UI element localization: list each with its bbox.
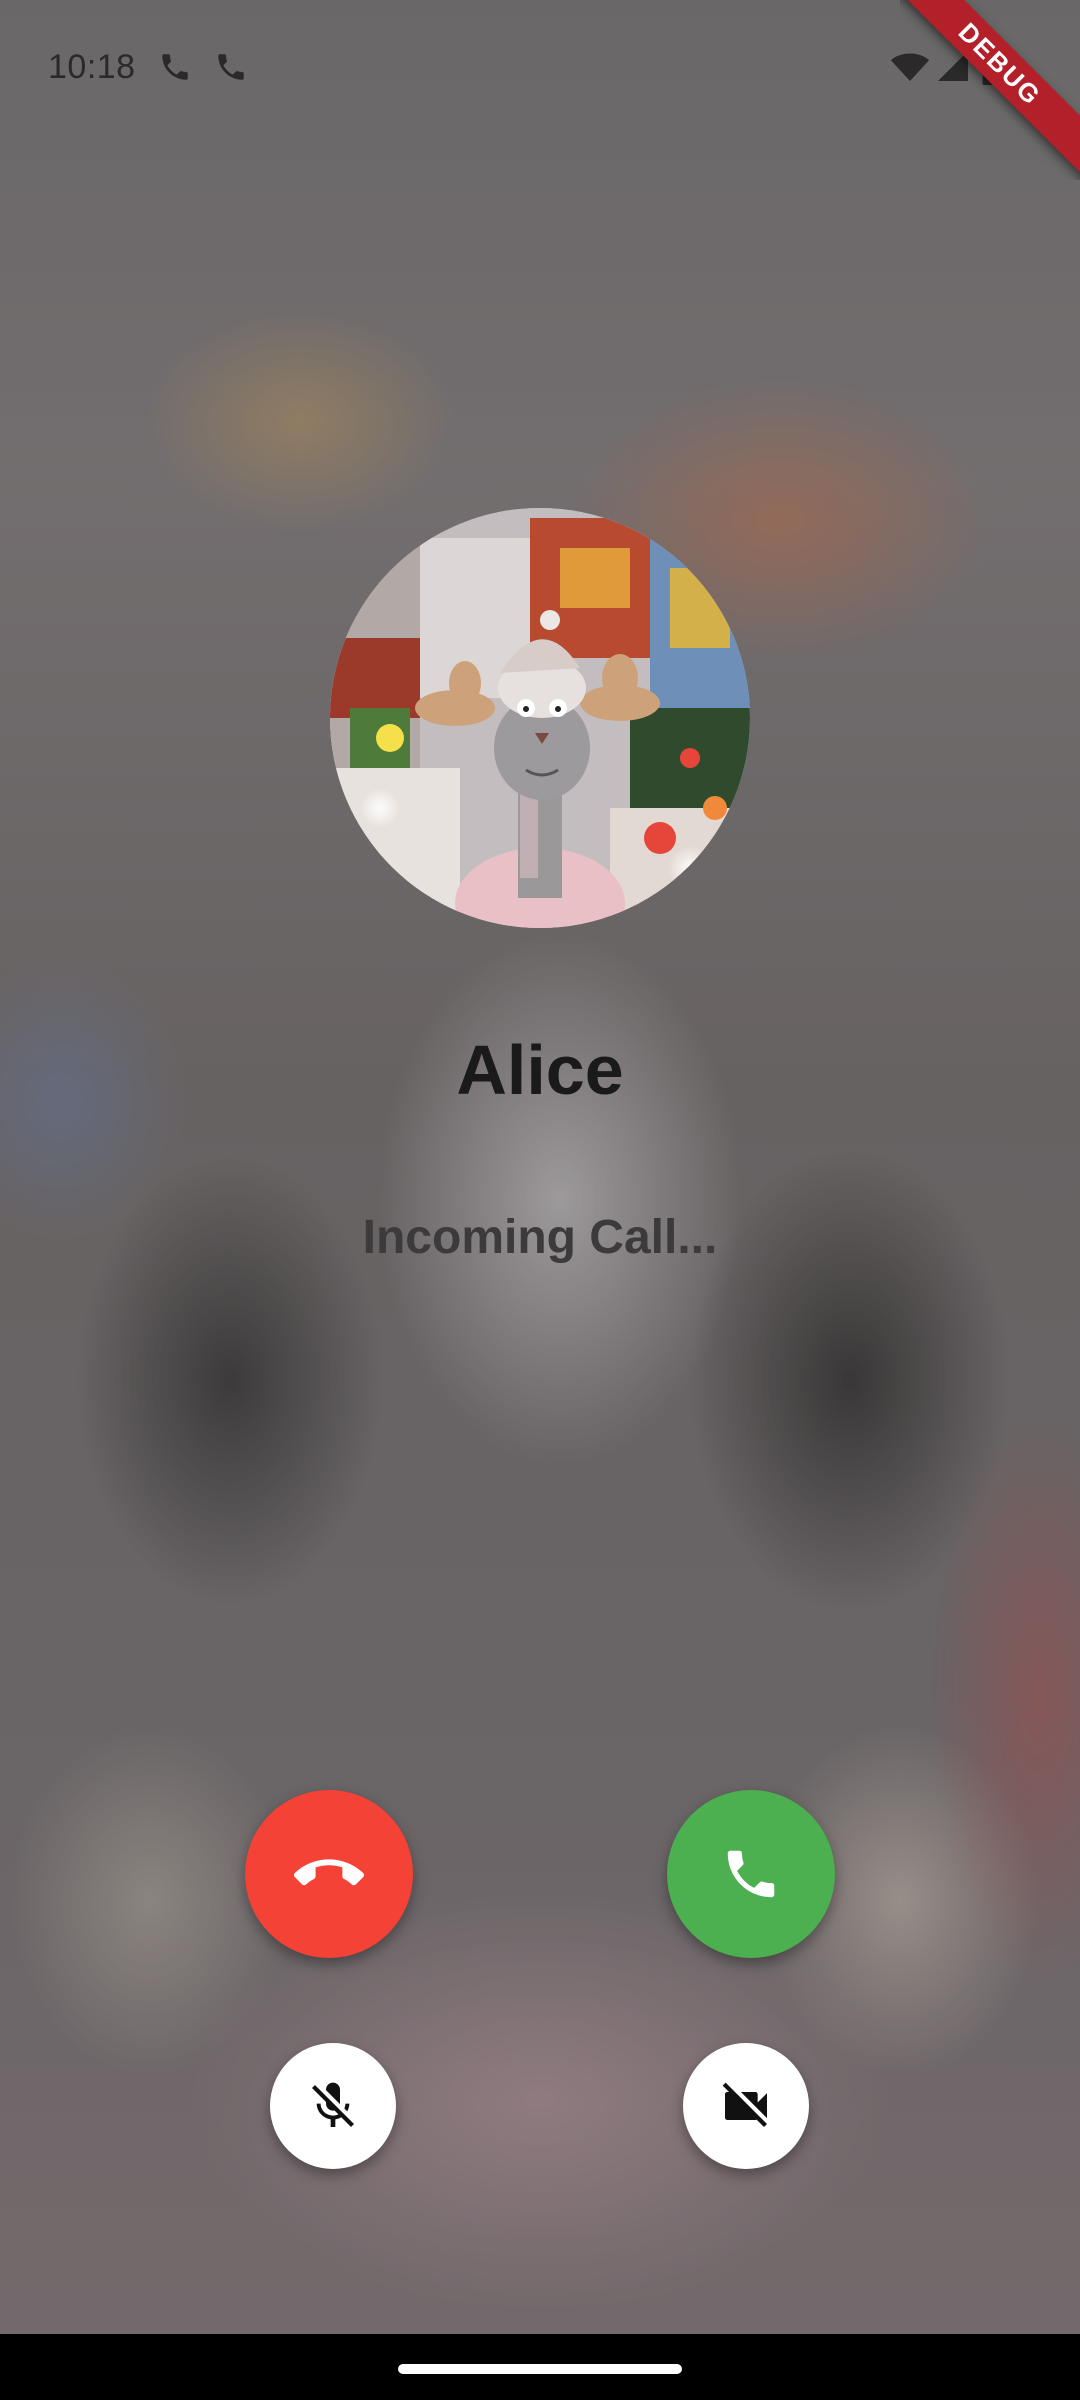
incoming-call-screen: 10:18 DEBUG Alice Incoming Call... (0, 0, 1080, 2400)
home-handle[interactable] (398, 2364, 682, 2374)
caller-avatar (330, 508, 750, 928)
mute-microphone-button[interactable] (270, 2043, 396, 2169)
call-status: Incoming Call... (362, 1211, 718, 1264)
debug-ribbon: DEBUG (900, 0, 1080, 180)
accept-call-button[interactable] (667, 1790, 835, 1958)
phone-icon (218, 54, 244, 80)
mic-off-icon (312, 2082, 354, 2127)
video-off-button[interactable] (683, 2043, 809, 2169)
call-end-icon (294, 1859, 364, 1886)
avatar-photo (330, 508, 750, 928)
status-time: 10:18 (48, 48, 136, 86)
videocam-off-icon (722, 2082, 767, 2127)
navigation-bar (0, 2334, 1080, 2400)
phone-icon (162, 54, 188, 80)
background-overlay (0, 0, 1080, 2400)
caller-name: Alice (456, 1031, 624, 1109)
phone-icon (727, 1850, 775, 1898)
debug-banner: DEBUG (900, 0, 1080, 180)
decline-call-button[interactable] (245, 1790, 413, 1958)
